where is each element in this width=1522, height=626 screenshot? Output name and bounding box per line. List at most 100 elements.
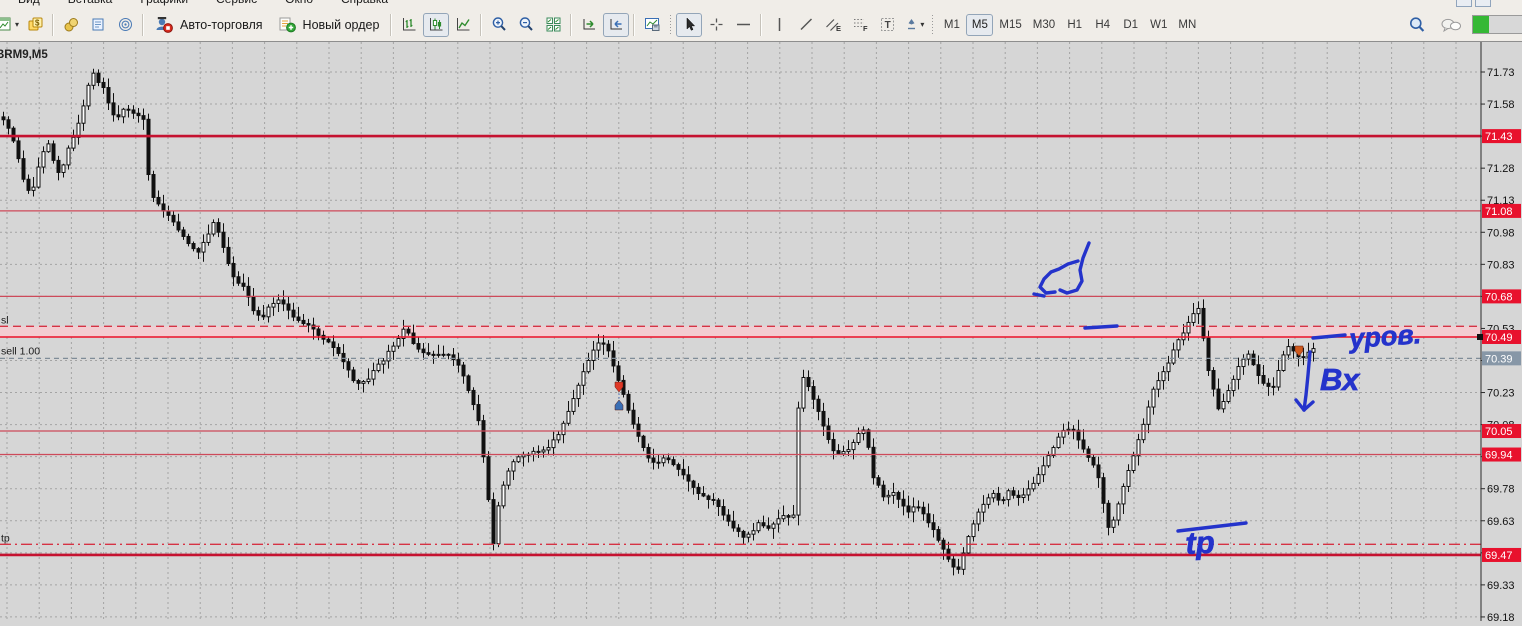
tile-windows-icon — [546, 17, 561, 32]
news-icon — [92, 18, 103, 31]
templates-icon — [644, 18, 660, 31]
svg-text:$: $ — [35, 19, 40, 28]
toolbar-separator — [760, 13, 763, 36]
chart-symbol-label: BRM9,M5 — [0, 49, 48, 61]
fibonacci-button[interactable]: F — [847, 13, 873, 37]
new-order-label: Новый ордер — [302, 17, 380, 32]
tp-label: tp — [1, 532, 10, 544]
equidistant-channel-button[interactable]: E — [820, 13, 846, 37]
menu-item-service[interactable]: Сервис — [216, 0, 257, 7]
cursor-icon — [686, 17, 696, 31]
axis-price-tick: 71.73 — [1487, 67, 1515, 79]
svg-text:70.05: 70.05 — [1485, 426, 1513, 438]
market-button[interactable] — [58, 13, 84, 37]
line-chart-button[interactable] — [450, 13, 476, 37]
ink-text: уров. — [1346, 319, 1422, 354]
axis-price-tick: 70.98 — [1487, 227, 1515, 239]
svg-text:69.94: 69.94 — [1485, 450, 1513, 462]
toolbar-drag-handle[interactable] — [669, 14, 673, 35]
toolbar-separator — [390, 13, 393, 36]
svg-text:T: T — [885, 20, 891, 31]
timeframe-d1-button[interactable]: D1 — [1117, 14, 1144, 36]
chart-shift-icon — [610, 19, 622, 30]
new-order-icon — [279, 17, 296, 33]
line-chart-icon — [456, 18, 470, 31]
toolbar-separator — [142, 13, 144, 36]
candlestick-chart-button[interactable] — [423, 12, 450, 37]
axis-price-tick: 70.83 — [1487, 259, 1515, 271]
auto-trading-button[interactable]: Авто-торговля — [148, 13, 270, 37]
chevron-down-icon: ▾ — [14, 20, 19, 29]
price-chart[interactable]: slsell 1.00tp71.7371.5871.4371.2871.1370… — [0, 42, 1522, 624]
profiles-icon: $ — [28, 17, 42, 31]
progress-bar — [1472, 15, 1522, 34]
svg-text:71.08: 71.08 — [1485, 206, 1513, 218]
chart-shift-button[interactable] — [603, 12, 630, 37]
timeframe-h1-button[interactable]: H1 — [1061, 14, 1088, 36]
menu-item-help[interactable]: Справка — [341, 0, 388, 7]
window-restore-button[interactable] — [1456, 0, 1472, 7]
menu-item-charts[interactable]: Графики — [140, 0, 188, 7]
svg-text:70.68: 70.68 — [1485, 291, 1513, 303]
timeframe-mn-button[interactable]: MN — [1173, 14, 1201, 36]
cursor-button[interactable] — [676, 12, 703, 37]
news-button[interactable] — [85, 13, 111, 37]
ink-stroke — [1083, 324, 1119, 330]
chart-window[interactable]: slsell 1.00tp71.7371.5871.4371.2871.1370… — [0, 42, 1522, 624]
zoom-out-icon — [519, 17, 533, 31]
channel-icon: E — [825, 19, 841, 33]
position-label: sell 1.00 — [1, 345, 40, 357]
trendline-button[interactable] — [793, 13, 819, 37]
timeframe-m5-button[interactable]: M5 — [966, 13, 994, 36]
chat-button[interactable] — [1438, 13, 1464, 37]
text-button[interactable]: T — [874, 13, 900, 37]
zoom-in-icon — [492, 17, 506, 31]
ink-text: tp — [1185, 525, 1216, 561]
tile-windows-button[interactable] — [540, 13, 566, 37]
horizontal-line-button[interactable] — [730, 13, 756, 37]
coins-icon — [64, 18, 78, 32]
svg-text:69.47: 69.47 — [1485, 550, 1513, 562]
axis-price-tick: 71.28 — [1487, 163, 1515, 175]
chevron-down-icon: ▾ — [920, 20, 925, 29]
timeframe-m30-button[interactable]: M30 — [1028, 14, 1060, 36]
auto-trading-label: Авто-торговля — [180, 17, 263, 32]
candlestick-icon — [429, 18, 443, 31]
menu-bar: Вид Вставка Графики Сервис Окно Справка — [0, 0, 1522, 8]
bar-chart-button[interactable] — [396, 13, 422, 37]
vertical-line-button[interactable] — [766, 13, 792, 37]
new-chart-button[interactable]: ▾ — [0, 13, 21, 37]
vertical-line-icon — [778, 18, 781, 31]
profiles-button[interactable]: $ — [22, 13, 48, 37]
ink-text: Вх — [1320, 362, 1361, 397]
menu-item-window[interactable]: Окно — [285, 0, 313, 7]
zoom-in-button[interactable] — [486, 13, 512, 37]
arrows-shapes-button[interactable]: ▾ — [901, 13, 927, 37]
templates-button[interactable] — [639, 13, 665, 37]
spread-band — [0, 326, 1481, 337]
toolbar: ▾ $ Авто-торговля Новый ордер E F T ▾ M1… — [0, 8, 1522, 42]
timeframe-w1-button[interactable]: W1 — [1145, 14, 1172, 36]
window-close-button[interactable] — [1475, 0, 1491, 7]
toolbar-separator — [633, 13, 636, 36]
chat-bubbles-icon — [1441, 18, 1461, 32]
toolbar-separator — [570, 13, 573, 36]
menu-item-insert[interactable]: Вставка — [68, 0, 113, 7]
toolbar-drag-handle[interactable] — [931, 14, 935, 35]
timeframe-m15-button[interactable]: M15 — [994, 14, 1026, 36]
axis-price-tick: 69.63 — [1487, 516, 1515, 528]
menu-item-view[interactable]: Вид — [18, 0, 40, 7]
zoom-out-button[interactable] — [513, 13, 539, 37]
timeframe-m1-button[interactable]: M1 — [938, 14, 965, 36]
crosshair-icon — [710, 18, 723, 31]
auto-trading-icon — [156, 17, 173, 33]
search-button[interactable] — [1404, 13, 1430, 37]
toolbar-separator — [52, 13, 54, 36]
signal-target-icon — [118, 18, 132, 31]
axis-price-tick: 70.23 — [1487, 388, 1515, 400]
signals-button[interactable] — [112, 13, 138, 37]
crosshair-button[interactable] — [703, 13, 729, 37]
new-order-button[interactable]: Новый ордер — [271, 13, 387, 37]
timeframe-h4-button[interactable]: H4 — [1089, 14, 1116, 36]
auto-scroll-button[interactable] — [576, 13, 602, 37]
